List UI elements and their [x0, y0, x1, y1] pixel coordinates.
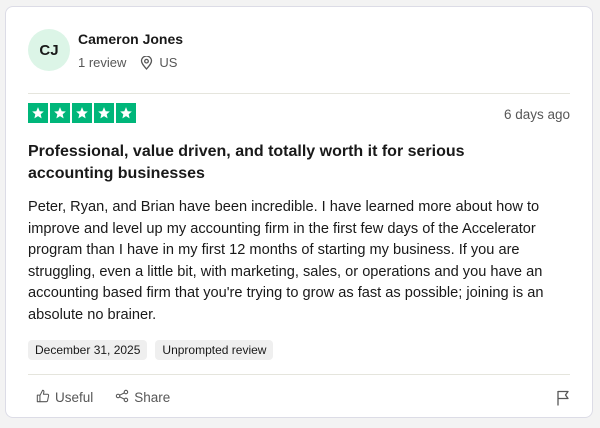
reviewer-country: US	[159, 55, 178, 70]
star-rating	[28, 103, 136, 123]
review-count: 1 review	[78, 55, 127, 70]
reviewer-info: Cameron Jones 1 review US	[78, 27, 183, 72]
reviewer-name[interactable]: Cameron Jones	[78, 27, 183, 49]
review-actions: Useful Share	[36, 389, 170, 406]
star-icon	[28, 103, 48, 123]
avatar[interactable]: CJ	[28, 29, 70, 71]
star-icon	[94, 103, 114, 123]
useful-label: Useful	[55, 390, 94, 405]
thumbs-up-icon	[36, 389, 50, 406]
share-label: Share	[134, 390, 171, 405]
share-icon	[115, 389, 129, 406]
date-of-experience-badge: December 31, 2025	[28, 340, 148, 360]
review-card: CJ Cameron Jones 1 review US 6 days ago …	[5, 6, 593, 418]
star-icon	[72, 103, 92, 123]
divider	[28, 93, 570, 94]
review-title[interactable]: Professional, value driven, and totally …	[28, 141, 548, 185]
flag-icon[interactable]	[556, 390, 570, 411]
unprompted-review-badge[interactable]: Unprompted review	[155, 340, 274, 360]
reviewer-meta: 1 review US	[78, 54, 183, 72]
map-pin-icon	[140, 56, 153, 70]
divider	[28, 374, 570, 375]
review-date-ago: 6 days ago	[503, 107, 570, 122]
star-icon	[50, 103, 70, 123]
review-body: Peter, Ryan, and Brian have been incredi…	[28, 199, 544, 323]
star-icon	[116, 103, 136, 123]
review-tags: December 31, 2025 Unprompted review	[28, 340, 274, 360]
share-button[interactable]: Share	[115, 389, 170, 406]
reviewer-header: CJ Cameron Jones 1 review US	[28, 27, 183, 72]
useful-button[interactable]: Useful	[36, 389, 93, 406]
